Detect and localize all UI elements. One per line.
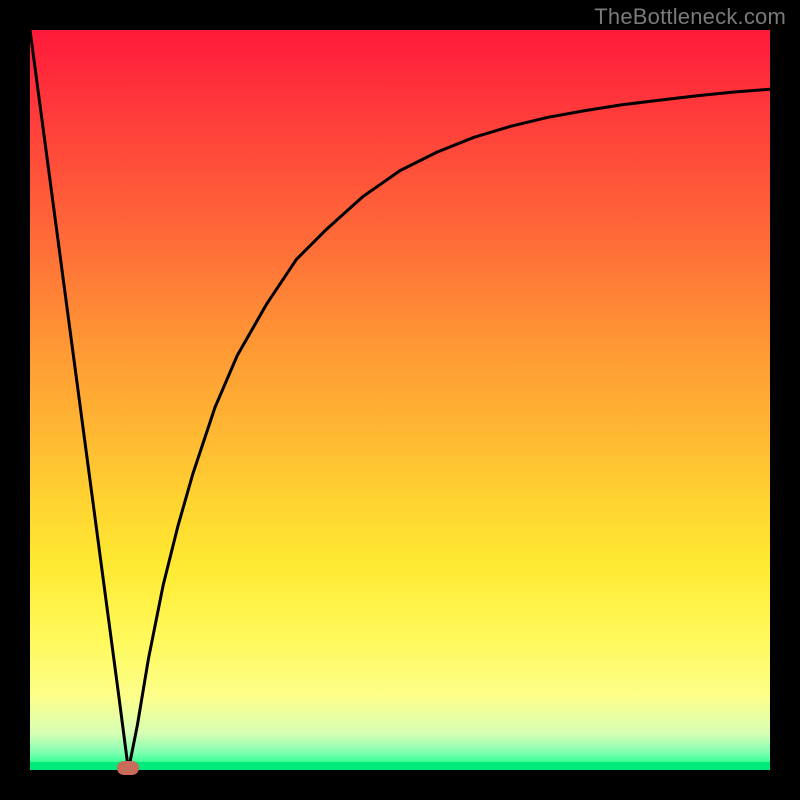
green-baseline-band	[30, 762, 770, 770]
bottleneck-curve	[30, 30, 770, 770]
chart-frame: TheBottleneck.com	[0, 0, 800, 800]
plot-area	[30, 30, 770, 770]
optimal-point-marker	[117, 761, 139, 775]
watermark-text: TheBottleneck.com	[594, 4, 786, 30]
